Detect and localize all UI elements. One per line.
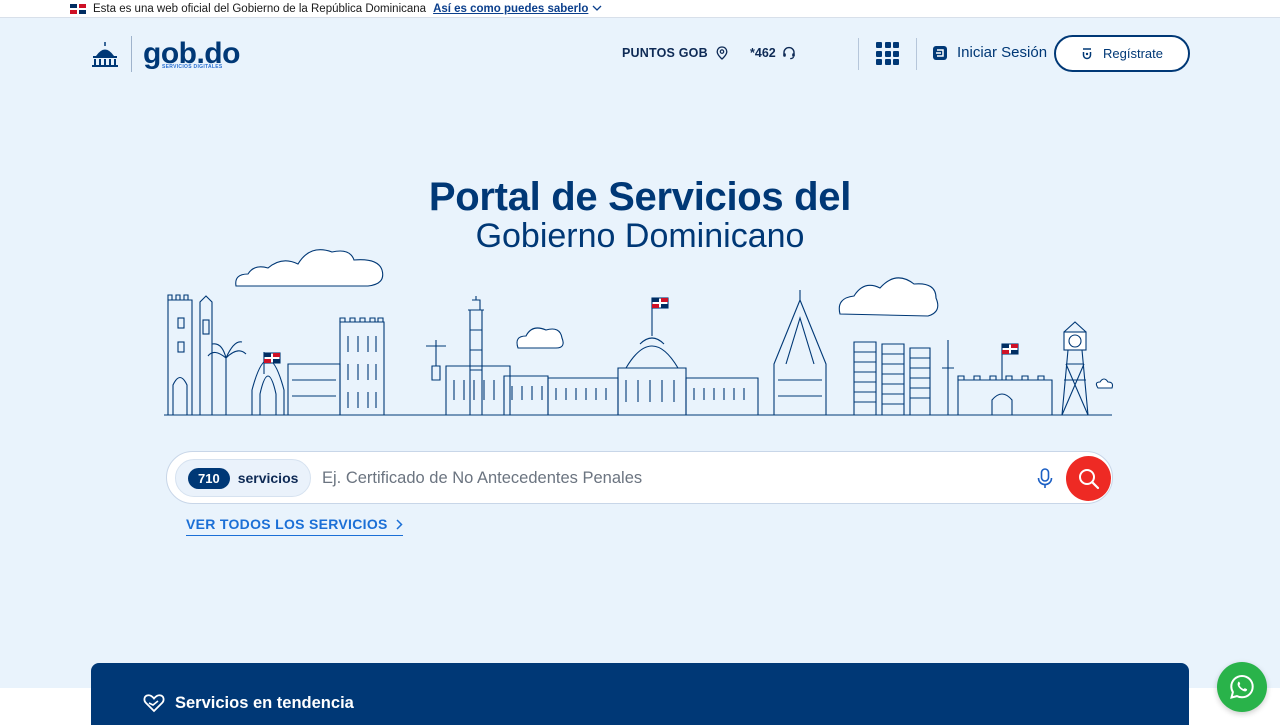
whatsapp-icon <box>1230 674 1254 699</box>
chevron-right-icon <box>396 518 403 530</box>
phone-link[interactable]: *462 <box>750 46 796 60</box>
hero-title-line1: Portal de Servicios del <box>428 175 852 219</box>
chevron-down-icon[interactable] <box>592 5 602 12</box>
puntos-gob-label: PUNTOS GOB <box>622 46 708 60</box>
headset-icon <box>782 46 795 60</box>
trending-services-panel: Servicios en tendencia <box>91 663 1189 725</box>
dr-flag-icon <box>70 3 86 14</box>
apps-grid-icon[interactable] <box>876 42 899 65</box>
register-label: Regístrate <box>1103 46 1163 61</box>
site-header: gob.do SERVICIOS DIGITALES PUNTOS GOB *4… <box>0 18 1280 90</box>
login-label: Iniciar Sesión <box>957 44 1048 61</box>
logo-subtitle: SERVICIOS DIGITALES <box>162 64 223 70</box>
logo[interactable]: gob.do SERVICIOS DIGITALES <box>90 36 240 72</box>
services-count-pill: 710 servicios <box>175 459 311 497</box>
search-icon <box>1078 468 1099 489</box>
search-input[interactable] <box>322 464 1022 492</box>
mic-icon[interactable] <box>1035 467 1055 491</box>
puntos-gob-link[interactable]: PUNTOS GOB <box>622 46 728 60</box>
whatsapp-button[interactable] <box>1217 662 1267 712</box>
banner-link[interactable]: Así es como puedes saberlo <box>433 3 588 15</box>
logo-divider <box>131 36 132 72</box>
register-button[interactable]: Regístrate <box>1054 35 1190 72</box>
official-banner: Esta es una web oficial del Gobierno de … <box>0 0 1280 18</box>
logo-wordmark: gob.do SERVICIOS DIGITALES <box>143 39 240 71</box>
services-count: 710 <box>188 467 230 489</box>
login-button[interactable]: Iniciar Sesión <box>932 44 1047 61</box>
location-pin-icon <box>716 46 728 60</box>
trending-title-label: Servicios en tendencia <box>175 693 354 712</box>
header-divider <box>858 38 859 70</box>
trending-title: Servicios en tendencia <box>143 693 354 713</box>
search-bar: 710 servicios <box>166 451 1113 504</box>
skyline-illustration <box>164 249 1114 416</box>
register-icon <box>1082 48 1092 60</box>
see-all-services-label: VER TODOS LOS SERVICIOS <box>186 516 388 532</box>
services-count-label: servicios <box>237 470 299 486</box>
login-icon <box>933 45 947 60</box>
see-all-services-link[interactable]: VER TODOS LOS SERVICIOS <box>186 516 403 536</box>
search-button[interactable] <box>1066 456 1111 501</box>
phone-label: *462 <box>750 46 776 60</box>
seal-icon <box>92 42 118 67</box>
header-divider <box>916 38 917 70</box>
heart-hand-icon <box>143 694 165 713</box>
banner-text: Esta es una web oficial del Gobierno de … <box>93 2 427 15</box>
